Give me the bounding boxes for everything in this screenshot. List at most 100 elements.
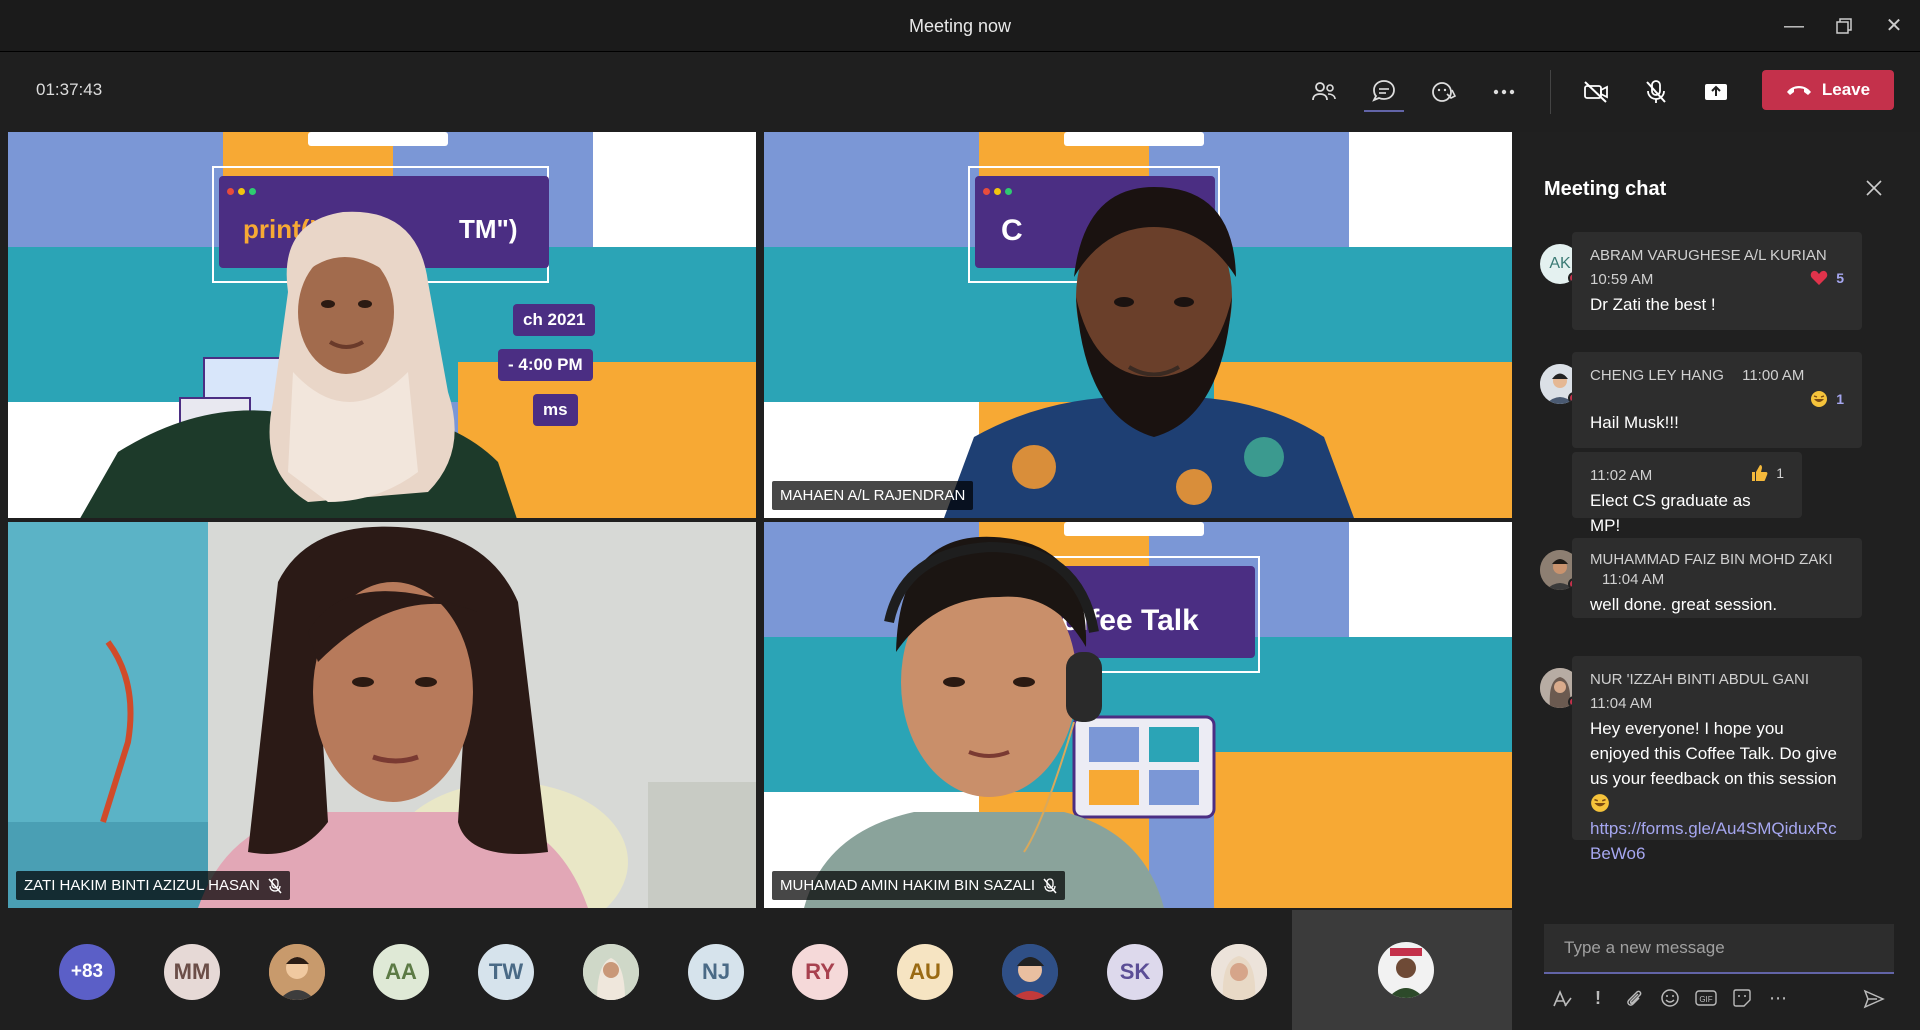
participant-video-presenter xyxy=(80,211,517,518)
video-tile-presenter[interactable]: print("Hel TM") ch 2021 - 4:00 PM ms xyxy=(8,132,756,518)
avatar[interactable]: NJ xyxy=(688,944,744,1000)
people-icon xyxy=(1312,82,1336,101)
avatar-photo[interactable] xyxy=(583,944,639,1000)
user-photo-icon xyxy=(269,944,325,1000)
more-actions-button[interactable] xyxy=(1484,72,1524,112)
chat-message[interactable]: CHENG LEY HANG 11:00 AM Hail Musk!!! 1 xyxy=(1572,352,1862,448)
chat-message-author: ABRAM VARUGHESE A/L KURIAN xyxy=(1590,247,1827,264)
participant-nameplate: ZATI HAKIM BINTI AZIZUL HASAN xyxy=(16,871,290,900)
avatar[interactable]: TW xyxy=(478,944,534,1000)
avatar-photo[interactable] xyxy=(269,944,325,1000)
participant-nameplate: MAHAEN A/L RAJENDRAN xyxy=(772,481,974,510)
video-tile-zati[interactable]: ZATI HAKIM BINTI AZIZUL HASAN xyxy=(8,522,756,908)
send-button[interactable] xyxy=(1862,988,1886,1012)
more-icon: ⋯ xyxy=(1769,988,1787,1008)
overflow-participants-button[interactable]: +83 xyxy=(59,944,115,1000)
window-title: Meeting now xyxy=(908,16,1012,36)
attach-button[interactable] xyxy=(1622,988,1646,1012)
chat-message-time: 11:04 AM xyxy=(1602,571,1665,588)
svg-text:GIF: GIF xyxy=(1699,995,1712,1004)
leave-label: Leave xyxy=(1821,80,1871,99)
format-button[interactable] xyxy=(1550,988,1574,1012)
participant-video-mahaen xyxy=(944,187,1354,518)
avatar[interactable]: AA xyxy=(373,944,429,1000)
chat-message-text: Hey everyone! I hope you enjoyed this Co… xyxy=(1590,719,1837,788)
thumbs-up-icon xyxy=(1752,465,1768,481)
send-icon xyxy=(1863,989,1885,1009)
minimize-button[interactable]: — xyxy=(1780,12,1808,40)
heart-icon xyxy=(1810,270,1828,285)
chat-message-header: MUHAMMAD FAIZ BIN MOHD ZAKI 11:04 AM xyxy=(1590,550,1844,590)
self-avatar xyxy=(1378,942,1434,998)
camera-toggle-button[interactable] xyxy=(1576,72,1616,112)
chat-message-time: 10:59 AM xyxy=(1590,271,1654,288)
emoji-icon xyxy=(1661,989,1679,1007)
close-window-button[interactable]: ✕ xyxy=(1880,12,1908,40)
video-tile-mahaen[interactable]: C lk MAHAEN A/L RAJENDRAN xyxy=(764,132,1512,518)
chat-message[interactable]: 11:02 AM Elect CS graduate as MP! 1 xyxy=(1572,452,1802,535)
sticker-icon xyxy=(1733,989,1751,1007)
chat-message-time: 11:04 AM xyxy=(1590,695,1653,712)
user-photo-icon xyxy=(1211,944,1267,1000)
share-icon xyxy=(1705,84,1727,100)
share-screen-button[interactable] xyxy=(1696,72,1736,112)
meeting-timer: 01:37:43 xyxy=(36,80,103,99)
exclamation-icon: ! xyxy=(1595,988,1601,1008)
video-tile-amin[interactable]: offee Talk MUHAMAD AMIN HAKIM BIN SAZALI xyxy=(764,522,1512,908)
avatar[interactable]: SK xyxy=(1107,944,1163,1000)
participant-video-amin xyxy=(804,536,1164,908)
reactions-button[interactable] xyxy=(1424,72,1464,112)
important-button[interactable]: ! xyxy=(1586,988,1610,1012)
chat-feedback-link[interactable]: https://forms.gle/Au4SMQiduxRcBeWo6 xyxy=(1590,816,1844,866)
more-options-button[interactable]: ⋯ xyxy=(1766,988,1790,1012)
chat-message-author: CHENG LEY HANG xyxy=(1590,367,1724,384)
emoji-button[interactable] xyxy=(1658,988,1682,1012)
restore-icon xyxy=(1836,18,1852,34)
gif-icon: GIF xyxy=(1695,990,1717,1006)
chat-compose-input[interactable]: Type a new message xyxy=(1544,924,1894,974)
avatar[interactable]: RY xyxy=(792,944,848,1000)
muted-mic-icon xyxy=(268,877,282,893)
reaction-summary[interactable]: 5 xyxy=(1810,270,1844,286)
laugh-emoji-icon xyxy=(1811,391,1828,407)
muted-mic-icon xyxy=(1043,877,1057,893)
self-view-tile[interactable] xyxy=(1292,910,1520,1030)
participant-video-zati xyxy=(198,526,588,908)
meeting-toolbar: 01:37:43 Leave xyxy=(0,52,1920,132)
chat-message-body: Hey everyone! I hope you enjoyed this Co… xyxy=(1590,716,1844,816)
avatar[interactable]: MM xyxy=(164,944,220,1000)
chat-button[interactable] xyxy=(1364,72,1404,112)
avatar-photo[interactable] xyxy=(1211,944,1267,1000)
chat-message-text: well done. great session. xyxy=(1590,595,1778,614)
reaction-count: 1 xyxy=(1836,391,1844,407)
close-chat-button[interactable] xyxy=(1865,176,1883,204)
avatar-photo[interactable] xyxy=(1002,944,1058,1000)
restore-button[interactable] xyxy=(1830,12,1858,40)
avatar[interactable]: AU xyxy=(897,944,953,1000)
chat-message[interactable]: MUHAMMAD FAIZ BIN MOHD ZAKI 11:04 AM wel… xyxy=(1572,538,1862,618)
reaction-summary[interactable]: 1 xyxy=(1810,390,1844,408)
laugh-emoji-icon xyxy=(1591,794,1609,812)
camera-off-icon xyxy=(1584,81,1608,103)
leave-button[interactable]: Leave xyxy=(1762,70,1894,110)
hand-raise-icon xyxy=(1432,82,1457,102)
user-photo-icon xyxy=(1378,942,1434,998)
participant-name: ZATI HAKIM BINTI AZIZUL HASAN xyxy=(24,877,260,894)
chat-message-author: MUHAMMAD FAIZ BIN MOHD ZAKI xyxy=(1590,551,1833,568)
paperclip-icon xyxy=(1627,990,1642,1006)
chat-message-time: 11:00 AM xyxy=(1742,367,1805,384)
sticker-button[interactable] xyxy=(1730,988,1754,1012)
mic-toggle-button[interactable] xyxy=(1636,72,1676,112)
compose-toolbar: ! GIF ⋯ xyxy=(1544,988,1894,1018)
user-photo-icon xyxy=(583,944,639,1000)
gif-button[interactable]: GIF xyxy=(1694,988,1718,1012)
chat-message-text: Elect CS graduate as MP! xyxy=(1590,491,1751,535)
reaction-summary[interactable]: 1 xyxy=(1750,464,1784,482)
participant-name: MUHAMAD AMIN HAKIM BIN SAZALI xyxy=(780,877,1036,894)
video-stage: print("Hel TM") ch 2021 - 4:00 PM ms C M… xyxy=(8,132,1512,908)
meeting-chat-panel: Meeting chat AK ABRAM VARUGHESE A/L KURI… xyxy=(1512,132,1920,1030)
chat-message[interactable]: ABRAM VARUGHESE A/L KURIAN 10:59 AM Dr Z… xyxy=(1572,232,1862,330)
participants-button[interactable] xyxy=(1304,72,1344,112)
chat-message-header: CHENG LEY HANG 11:00 AM xyxy=(1590,364,1844,388)
chat-message[interactable]: NUR 'IZZAH BINTI ABDUL GANI 11:04 AM Hey… xyxy=(1572,656,1862,863)
